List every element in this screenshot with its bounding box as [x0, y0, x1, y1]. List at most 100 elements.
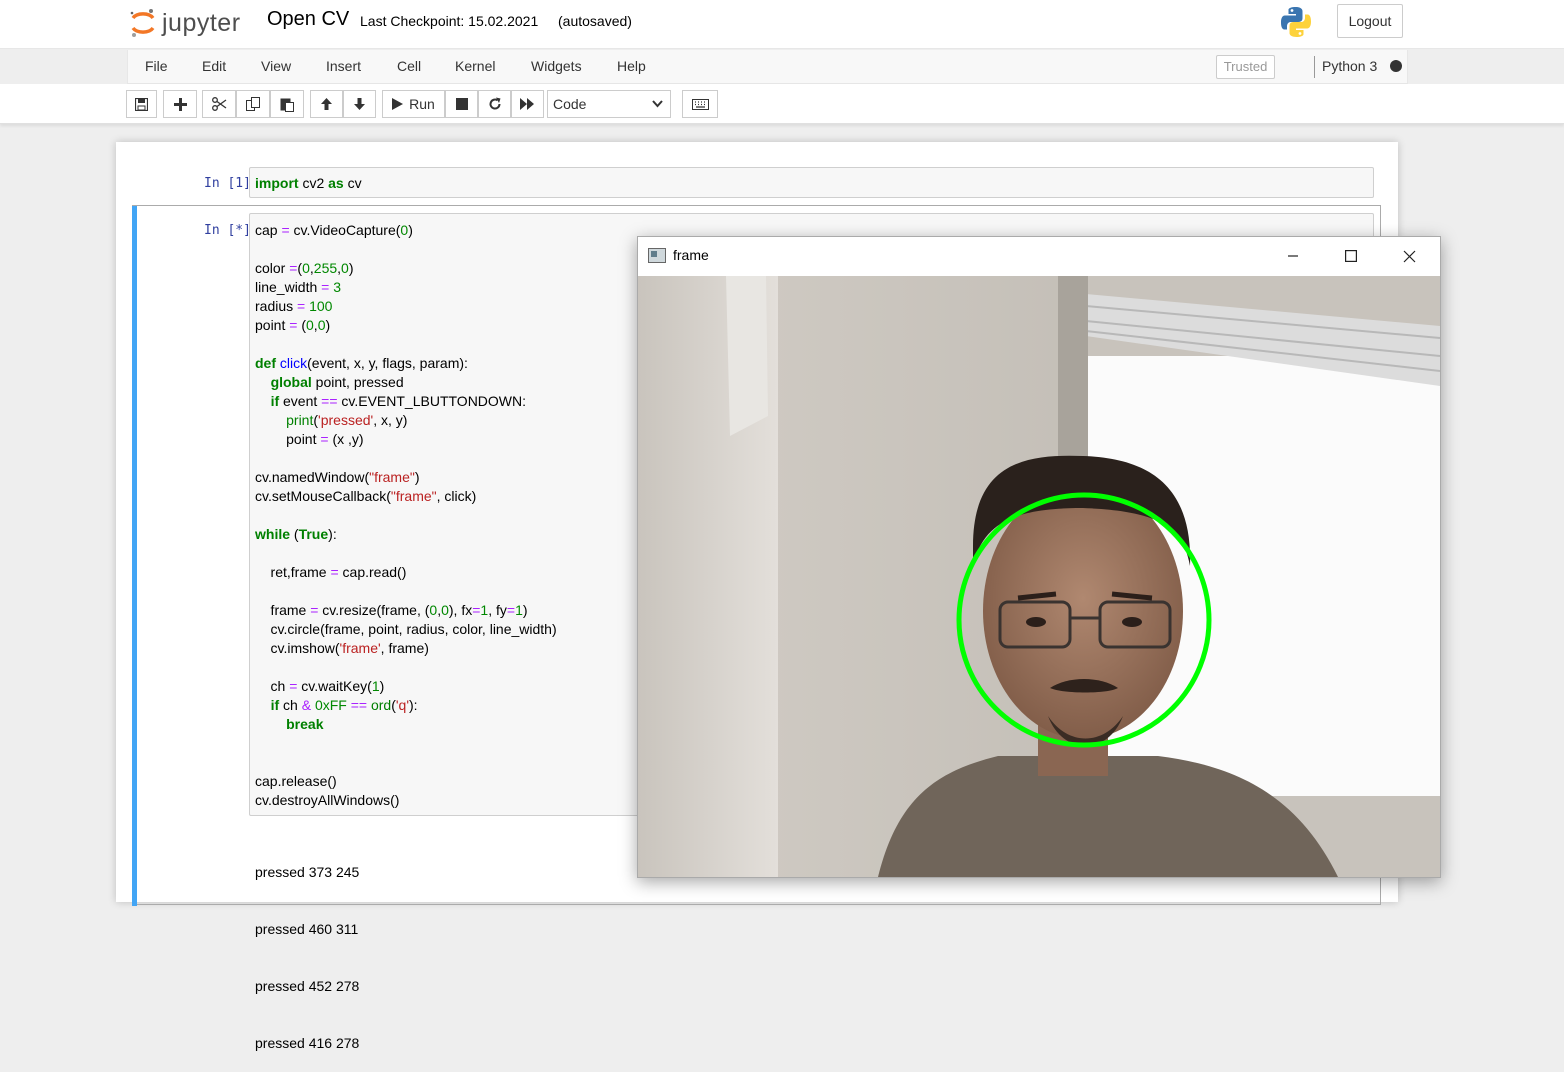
cell-1-input[interactable]: import cv2 as cv [249, 167, 1374, 198]
cut-icon [211, 97, 226, 111]
copy-button[interactable] [236, 90, 270, 118]
keyboard-icon [691, 98, 709, 110]
code-line: global point, pressed [270, 374, 404, 390]
webcam-image [638, 276, 1440, 877]
command-palette-button[interactable] [682, 90, 718, 118]
menu-kernel[interactable]: Kernel [455, 58, 495, 74]
code-line: cv.setMouseCallback("frame", click) [255, 488, 477, 504]
code-line: point = (x ,y) [255, 431, 364, 447]
python-logo-icon [1281, 7, 1311, 37]
menu-help[interactable]: Help [617, 58, 646, 74]
toolbar: Run [0, 84, 1564, 124]
code-line: frame = cv.resize(frame, (0,0), fx=1, fy… [255, 602, 528, 618]
cut-button[interactable] [202, 90, 236, 118]
save-button[interactable] [126, 90, 157, 118]
code-line: radius = 100 [255, 298, 333, 314]
copy-icon [246, 97, 260, 111]
run-label: Run [409, 96, 435, 112]
code-line: cv.circle(frame, point, radius, color, l… [255, 621, 557, 637]
arrow-up-icon [321, 98, 332, 110]
menu-insert[interactable]: Insert [326, 58, 361, 74]
move-down-button[interactable] [343, 90, 376, 118]
output-line: pressed 460 311 [255, 921, 359, 937]
code-line: import cv2 as cv [255, 175, 362, 191]
code-line: cv.imshow('frame', frame) [255, 640, 429, 656]
output-line: pressed 452 278 [255, 978, 360, 994]
move-up-button[interactable] [310, 90, 343, 118]
code-line: ret,frame = cap.read() [255, 564, 407, 580]
window-title: frame [673, 247, 709, 263]
code-line: print('pressed', x, y) [286, 412, 408, 428]
code-line: if ch & 0xFF == ord('q'): [270, 697, 418, 713]
paste-button[interactable] [270, 90, 304, 118]
paste-icon [280, 98, 294, 112]
menu-view[interactable]: View [261, 58, 291, 74]
plus-icon [173, 97, 187, 111]
minimize-button[interactable] [1264, 237, 1322, 275]
menu-cell[interactable]: Cell [397, 58, 421, 74]
code-line: line_width = 3 [255, 279, 342, 295]
jupyter-logo[interactable]: jupyter [130, 6, 241, 40]
checkpoint-status: Last Checkpoint: 15.02.2021 [360, 13, 539, 29]
chevron-down-icon [652, 100, 663, 108]
menu-widgets[interactable]: Widgets [531, 58, 582, 74]
notebook-name[interactable]: Open CV [267, 8, 349, 31]
maximize-icon [1345, 250, 1357, 262]
save-icon [135, 97, 148, 111]
selected-cell-indicator [132, 206, 137, 906]
kernel-busy-indicator-icon [1390, 60, 1402, 72]
close-icon [1403, 250, 1415, 262]
opencv-frame-window[interactable]: frame [637, 236, 1441, 878]
code-line: cap.release() [255, 773, 337, 789]
kernel-name[interactable]: Python 3 [1322, 58, 1377, 74]
jupyter-logo-text: jupyter [162, 8, 241, 37]
cell-2-code: cap = cv.VideoCapture(0) color =(0,255,0)… [255, 221, 557, 810]
webcam-frame[interactable] [638, 276, 1440, 877]
play-icon [392, 98, 404, 110]
cell-1-code: import cv2 as cv [255, 174, 362, 193]
kernel-separator [1314, 56, 1315, 78]
menu-edit[interactable]: Edit [202, 58, 226, 74]
menu-file[interactable]: File [145, 58, 168, 74]
code-line: if event == cv.EVENT_LBUTTONDOWN: [270, 393, 527, 409]
interrupt-button[interactable] [445, 90, 478, 118]
output-line: pressed 373 245 [255, 864, 360, 880]
stop-icon [455, 98, 468, 110]
code-line: cv.destroyAllWindows() [255, 792, 400, 808]
cell-type-value: Code [553, 96, 587, 112]
maximize-button[interactable] [1322, 237, 1380, 275]
restart-button[interactable] [478, 90, 511, 118]
run-button[interactable]: Run [382, 90, 445, 118]
code-line: cap = cv.VideoCapture(0) [255, 222, 413, 238]
output-line: pressed 416 278 [255, 1035, 360, 1051]
minimize-icon [1288, 255, 1298, 257]
autosave-status: (autosaved) [558, 13, 632, 29]
close-button[interactable] [1380, 237, 1438, 275]
arrow-down-icon [354, 98, 365, 110]
window-app-icon [648, 248, 666, 263]
trusted-indicator[interactable]: Trusted [1216, 55, 1275, 79]
logout-button[interactable]: Logout [1337, 4, 1403, 38]
code-line: def click(event, x, y, flags, param): [255, 355, 468, 371]
code-line: cv.namedWindow("frame") [255, 469, 420, 485]
cell-2-output: pressed 373 245 pressed 460 311 pressed … [255, 825, 359, 1072]
jupyter-logo-icon [130, 9, 155, 37]
cell-type-select[interactable]: Code [547, 90, 671, 118]
restart-run-all-button[interactable] [511, 90, 544, 118]
code-line: while (True): [255, 526, 337, 542]
code-line: color =(0,255,0) [255, 260, 354, 276]
code-line: break [286, 716, 324, 732]
insert-cell-button[interactable] [163, 90, 197, 118]
restart-icon [489, 97, 501, 110]
fast-forward-icon [520, 98, 534, 110]
header: jupyter Open CV Last Checkpoint: 15.02.2… [0, 0, 1564, 49]
